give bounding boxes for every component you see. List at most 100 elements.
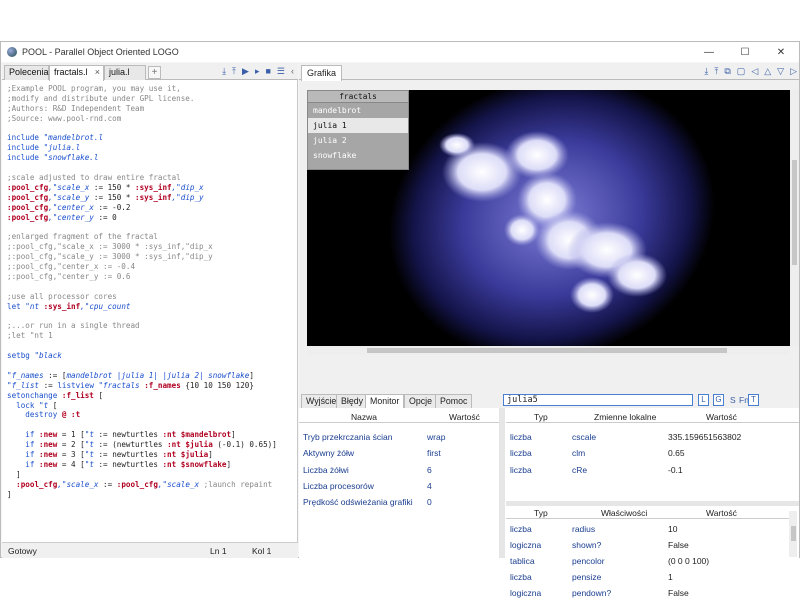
horizontal-scrollbar[interactable] xyxy=(307,346,790,355)
upload-icon[interactable]: ⤒ xyxy=(232,66,236,77)
code-token: :f_names xyxy=(144,380,181,390)
tab-julia[interactable]: julia.l xyxy=(104,65,146,80)
table-row[interactable]: Prędkość odświeżania grafiki 0 xyxy=(299,494,499,510)
code-token: := 150 * xyxy=(89,192,136,202)
download-icon[interactable]: ⤓ xyxy=(704,66,708,77)
scroll-down-icon[interactable]: ▽ xyxy=(777,66,784,77)
step-icon[interactable]: ▸ xyxy=(255,66,260,77)
table-cell-name: Prędkość odświeżania grafiki xyxy=(303,497,413,508)
bottom-tabs: Wyjście Błędy Monitor Opcje Pomoc julia5… xyxy=(299,393,799,408)
table-cell-name: cscale xyxy=(572,432,597,442)
code-token: :new xyxy=(39,459,58,469)
table-row[interactable]: liczba cscale 335.159651563802 xyxy=(506,429,799,445)
code-token: := newturtles xyxy=(93,459,163,469)
table-row[interactable]: liczba radius 10 xyxy=(506,521,789,537)
tab-fractals[interactable]: fractals.l × xyxy=(49,65,104,81)
scroll-left-icon[interactable]: ◁ xyxy=(751,66,758,77)
code-token: "t xyxy=(84,449,94,459)
code-token: :nt $julia xyxy=(162,449,209,459)
fit-icon[interactable]: ▢ xyxy=(737,66,746,77)
column-header: Typ xyxy=(534,508,548,518)
code-token: ;:pool_cfg,"center_x := -0.4 xyxy=(7,262,136,272)
column-header: Typ xyxy=(534,412,548,422)
filter-s-button[interactable]: S xyxy=(730,395,736,405)
list-item-julia-1[interactable]: julia 1 xyxy=(308,118,408,133)
code-line: ;:pool_cfg,"center_x := -0.4 xyxy=(7,262,298,272)
table-row[interactable]: liczba clm 0.65 xyxy=(506,445,799,461)
tab-monitor[interactable]: Monitor xyxy=(365,394,405,408)
code-line: ;Source: www.pool-rnd.com xyxy=(7,114,298,124)
search-input[interactable]: julia5 xyxy=(503,394,693,406)
table-row[interactable]: logiczna shown? False xyxy=(506,537,789,553)
table-row[interactable]: tablica pencolor (0 0 0 100) xyxy=(506,553,789,569)
list-item-snowflake[interactable]: snowflake xyxy=(308,148,408,163)
code-token: ,"scale_x xyxy=(157,479,200,489)
code-line: ;Authors: R&D Independent Team xyxy=(7,104,298,114)
scroll-up-icon[interactable]: △ xyxy=(764,66,771,77)
add-tab-button[interactable]: + xyxy=(148,66,161,79)
upload-icon[interactable]: ⤒ xyxy=(714,66,718,77)
copy-icon[interactable]: ⧉ xyxy=(724,66,730,77)
properties-scrollbar[interactable] xyxy=(789,511,797,557)
code-token: ;Authors: R&D Independent Team xyxy=(7,103,145,113)
table-cell-value: 4 xyxy=(427,480,432,491)
code-token: ,"scale_y xyxy=(48,192,90,202)
code-token: = 2 [ xyxy=(57,440,85,450)
code-token: :pool_cfg xyxy=(7,212,49,222)
code-token: "julia.l xyxy=(43,143,81,153)
table-row[interactable]: logiczna pendown? False xyxy=(506,585,789,601)
table-row[interactable]: Liczba żółwi 6 xyxy=(299,462,499,478)
minimize-button[interactable]: — xyxy=(691,42,727,62)
stop-icon[interactable]: ■ xyxy=(265,66,270,77)
collapse-icon[interactable]: ‹ xyxy=(291,66,294,77)
properties-header: Typ Właściwości Wartość xyxy=(506,506,789,519)
download-icon[interactable]: ⤓ xyxy=(222,66,226,77)
code-line: "f_names := [mandelbrot |julia 1| |julia… xyxy=(7,371,298,381)
graphics-canvas[interactable]: fractals mandelbrot julia 1 julia 2 snow… xyxy=(307,90,790,346)
code-token: "nt xyxy=(25,301,44,311)
tab-grafika[interactable]: Grafika xyxy=(301,65,343,81)
run-icon[interactable]: ▶ xyxy=(242,66,249,77)
table-row[interactable]: Liczba procesorów 4 xyxy=(299,478,499,494)
filter-local-button[interactable]: L xyxy=(698,394,709,406)
listview-title: fractals xyxy=(308,91,408,103)
fractals-listview[interactable]: fractals mandelbrot julia 1 julia 2 snow… xyxy=(307,90,409,170)
tab-pomoc[interactable]: Pomoc xyxy=(435,394,473,408)
code-editor[interactable]: ;Example POOL program, you may use it, ;m… xyxy=(2,81,298,540)
scroll-right-icon[interactable]: ▷ xyxy=(790,66,797,77)
code-token: setonchange xyxy=(7,390,62,400)
code-token: [ xyxy=(48,400,58,410)
maximize-button[interactable]: ☐ xyxy=(727,42,763,62)
close-tab-icon[interactable]: × xyxy=(95,66,100,79)
panel-divider[interactable] xyxy=(499,408,505,558)
code-token: :nt $snowflake xyxy=(162,459,227,469)
list-item-julia-2[interactable]: julia 2 xyxy=(308,133,408,148)
table-row[interactable]: Tryb przekrczania ścian wrap xyxy=(299,429,499,445)
table-row[interactable]: liczba pensize 1 xyxy=(506,569,789,585)
filter-turtle-button[interactable]: T xyxy=(748,394,759,406)
list-item-mandelbrot[interactable]: mandelbrot xyxy=(308,103,408,118)
table-row[interactable]: Aktywny żółw first xyxy=(299,445,499,461)
code-token: ] xyxy=(231,430,236,440)
table-cell-type: liczba xyxy=(510,524,532,534)
tab-polecenia[interactable]: Polecenia xyxy=(4,65,49,80)
code-line: ;modify and distribute under GPL license… xyxy=(7,94,298,104)
close-button[interactable]: ✕ xyxy=(763,42,799,62)
vertical-scrollbar[interactable] xyxy=(790,90,799,346)
code-line: let "nt :sys_inf,"cpu_count xyxy=(7,302,298,312)
code-token: ,"dip_x xyxy=(171,182,204,192)
menu-icon[interactable]: ☰ xyxy=(277,66,285,77)
tab-bledy[interactable]: Błędy xyxy=(336,394,369,408)
code-token: if xyxy=(25,449,40,459)
column-header: Wartość xyxy=(706,412,737,422)
code-token: ] xyxy=(7,489,12,499)
filter-global-button[interactable]: G xyxy=(713,394,724,406)
tab-opcje[interactable]: Opcje xyxy=(404,394,437,408)
table-cell-value: (0 0 0 100) xyxy=(668,556,710,566)
column-header: Zmienne lokalne xyxy=(594,412,657,422)
table-row[interactable]: liczba cRe -0.1 xyxy=(506,462,799,478)
